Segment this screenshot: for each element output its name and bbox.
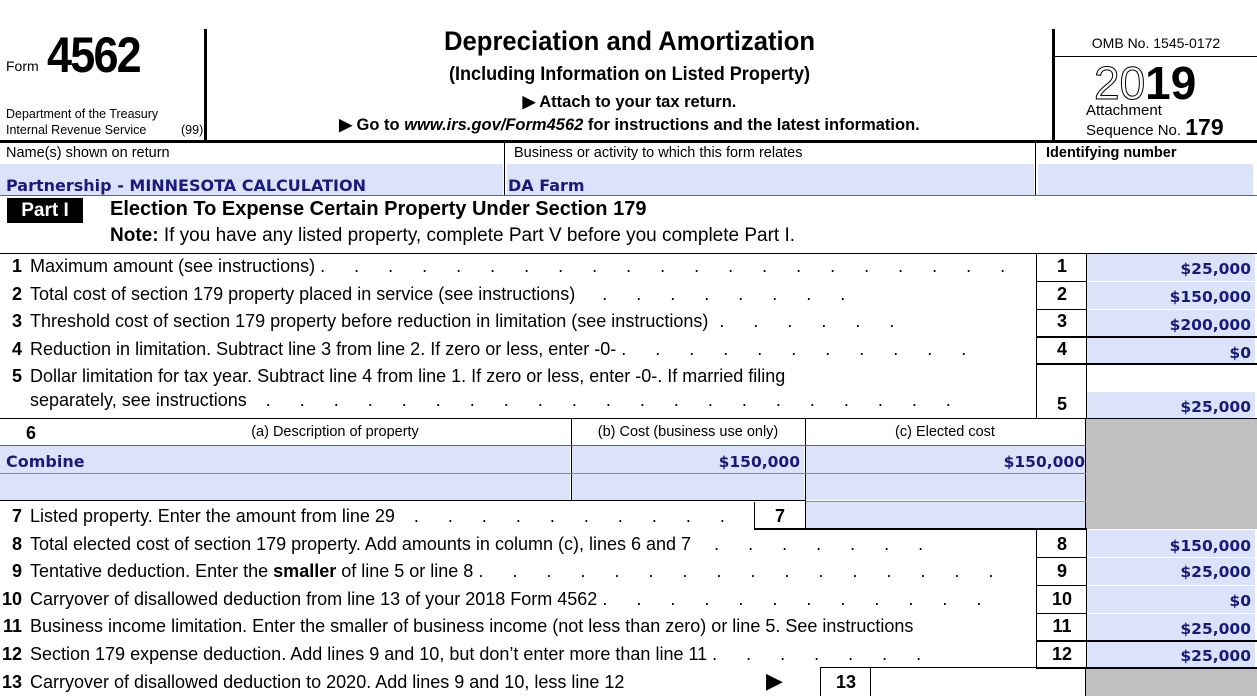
business-value: DA Farm [508,176,585,195]
line-8-amount[interactable]: $150,000 [1087,530,1255,557]
identifying-number-field[interactable] [1038,164,1253,195]
line-5-text: 5 Dollar limitation for tax year. Subtrac… [11,366,786,386]
box-10-label: 10 [1051,589,1073,609]
line-1-text: 1 Maximum amount (see instructions) . . .… [11,256,1018,276]
line-6-top-rule [0,418,1257,419]
line-6-row-2-elected[interactable] [806,474,1085,500]
department-name: Department of the Treasury [6,107,159,121]
line-6-row-1-elected[interactable]: $150,000 [806,446,1085,473]
line-6-row-2-cost[interactable] [572,474,804,500]
omb-number: OMB No. 1545-0172 [1091,35,1221,51]
col-b-header: (b) Cost (business use only) [597,424,779,440]
agency-info: Department of the Treasury Internal Reve… [6,106,203,138]
id-separator [1035,143,1036,196]
line-12-amount[interactable]: $25,000 [1087,642,1255,667]
line-13-text: 13 Carryover of disallowed deduction to 2… [1,672,625,692]
line-5-amount[interactable]: $25,000 [1087,392,1255,418]
line-2-amount[interactable]: $150,000 [1087,282,1255,309]
part-note: Note: If you have any listed property, c… [110,225,795,247]
box-4-label: 4 [1056,339,1067,359]
line-10-text: 10 Carryover of disallowed deduction from… [1,589,994,609]
box-rule [1036,281,1086,282]
name-label: Name(s) shown on return [6,145,170,161]
shaded-area [1086,419,1257,529]
box-12-label: 12 [1051,644,1073,664]
col-a-header: (a) Description of property [251,424,419,440]
box-8-label: 8 [1056,534,1067,554]
box-rule [1036,613,1086,614]
shaded-area [1086,669,1257,696]
line-11-text: 11 Business income limitation. Enter the … [2,616,914,636]
box-rule [1036,557,1086,558]
part-title: Election To Expense Certain Property Und… [110,198,647,220]
line-11-amount[interactable]: $25,000 [1087,614,1255,641]
line-7-text: 7 Listed property. Enter the amount from … [11,506,737,526]
goto-suffix: for instructions and the latest informat… [583,116,920,134]
form-subtitle: (Including Information on Listed Propert… [449,64,810,85]
line-9-text: 9 Tentative deduction. Enter the smaller … [11,561,1006,581]
line-2-text: 2 Total cost of section 179 property plac… [11,284,858,304]
header-bottom-rule [0,140,1257,143]
line-6-row-1-cost[interactable]: $150,000 [572,446,804,473]
irs-name: Internal Revenue Service [6,123,147,137]
col-c-header: (c) Elected cost [895,424,995,440]
sequence-number: 179 [1185,114,1224,140]
box-rule [1036,309,1086,310]
line-1-amount[interactable]: $25,000 [1087,254,1255,281]
row-rule [0,500,806,501]
box-rule [806,528,1087,530]
box-13-label: 13 [835,672,857,692]
box-11-label: 11 [1052,616,1072,636]
box-rule [1036,585,1086,586]
business-field[interactable] [507,164,1034,195]
irs-code: (99) [181,123,204,137]
goto-prefix: ▶ Go to [339,116,405,134]
part-badge: Part I [7,198,83,223]
box-rule [1036,363,1257,365]
box-5-label: 5 [1056,394,1067,414]
note-label: Note: [110,225,159,246]
form-title: Depreciation and Amortization [443,26,816,56]
box-3-label: 3 [1056,311,1067,331]
line-12-text: 12 Section 179 expense deduction. Add lin… [1,644,934,664]
box-rule [754,528,806,530]
id-label: Identifying number [1046,145,1177,161]
line-10-amount[interactable]: $0 [1087,586,1255,613]
business-label: Business or activity to which this form … [514,145,803,161]
note-text: If you have any listed property, complet… [158,225,796,246]
box-rule [1036,336,1257,338]
box-rule [1036,640,1257,642]
line-9-amount[interactable]: $25,000 [1087,558,1255,585]
line-6-row-2-description[interactable] [0,474,570,500]
line-6-row-1-description[interactable]: Combine [0,446,570,473]
identity-bottom-rule [0,195,1257,196]
box-2-label: 2 [1056,284,1067,304]
goto-instruction: ▶ Go to www.irs.gov/Form4562 for instruc… [207,115,1052,135]
attach-instruction: ▶ Attach to your tax return. [522,93,737,111]
name-separator [504,143,505,196]
part-header-rule [0,253,1257,254]
line-3-text: 3 Threshold cost of section 179 property … [11,311,907,331]
box-9-label: 9 [1056,561,1067,581]
line-8-text: 8 Total elected cost of section 179 prope… [11,534,936,554]
irs-url-link[interactable]: www.irs.gov/Form4562 [404,116,583,134]
box-1-label: 1 [1056,256,1067,276]
form-number: 4562 [47,27,142,83]
form-label: Form [6,58,39,74]
sequence-label: Sequence No. [1086,122,1182,139]
line-7-amount[interactable] [806,502,1085,528]
name-value: Partnership - MINNESOTA CALCULATION [6,176,366,195]
box-7-label: 7 [774,506,785,526]
arrow-right-icon: ▶ [766,668,783,693]
line-6-num: 6 [26,423,37,443]
line-3-amount[interactable]: $200,000 [1087,310,1255,337]
line-4-amount[interactable]: $0 [1087,338,1255,364]
line-5-text-cont: separately, see instructions . . . . . .… [30,390,963,410]
line-13-amount[interactable] [871,668,1084,696]
row-rule [0,445,1086,446]
line-4-text: 4 Reduction in limitation. Subtract line … [11,339,979,359]
attachment-sequence: Attachment Sequence No. 179 [1086,103,1224,139]
